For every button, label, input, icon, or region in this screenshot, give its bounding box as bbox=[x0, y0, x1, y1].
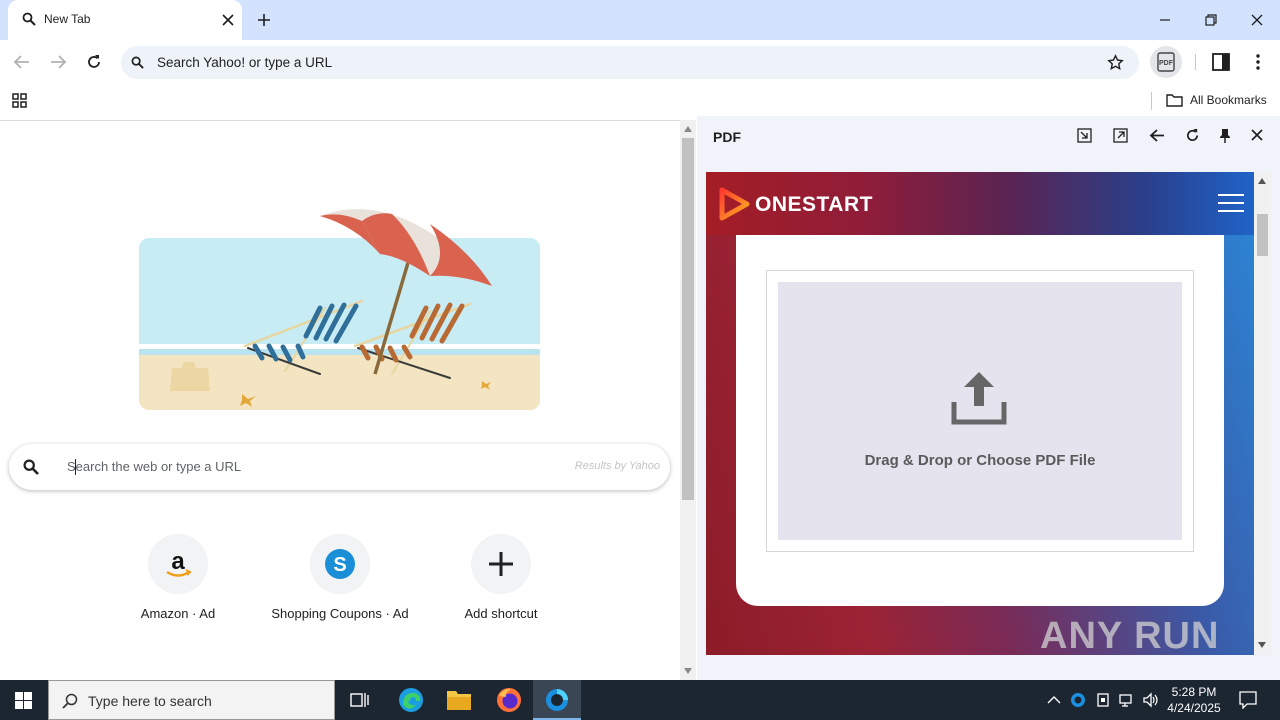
scroll-thumb[interactable] bbox=[682, 138, 694, 500]
tab-new-tab[interactable]: New Tab bbox=[8, 0, 242, 40]
file-explorer-icon[interactable] bbox=[446, 688, 472, 712]
task-view-icon[interactable] bbox=[350, 691, 370, 709]
side-panel: PDF Drag & Drop or Choose PDF File ONEST… bbox=[697, 116, 1280, 680]
hamburger-menu-icon[interactable] bbox=[1218, 193, 1244, 213]
minimize-button[interactable] bbox=[1153, 8, 1177, 32]
scroll-down-arrow-icon[interactable] bbox=[684, 668, 692, 674]
pdf-drop-zone[interactable]: Drag & Drop or Choose PDF File bbox=[778, 282, 1182, 540]
svg-text:PDF: PDF bbox=[1159, 60, 1174, 67]
search-icon bbox=[23, 459, 39, 475]
scroll-down-arrow-icon[interactable] bbox=[1258, 642, 1266, 648]
coupons-icon: S bbox=[310, 534, 370, 594]
taskbar: Type here to search 5:28 PM 4/24/2025 bbox=[0, 680, 1280, 720]
folder-icon bbox=[1166, 93, 1183, 107]
tab-strip: New Tab bbox=[0, 0, 1280, 40]
onestart-taskbar-button[interactable] bbox=[533, 680, 581, 720]
onestart-brand: ONESTART bbox=[755, 193, 873, 216]
shortcut-add[interactable]: Add shortcut bbox=[431, 534, 571, 624]
search-icon bbox=[131, 56, 144, 69]
network-icon[interactable] bbox=[1118, 692, 1136, 708]
taskbar-search-placeholder: Type here to search bbox=[88, 693, 212, 709]
shortcut-amazon[interactable]: a Amazon · Ad bbox=[108, 534, 248, 624]
scroll-up-arrow-icon[interactable] bbox=[684, 126, 692, 132]
close-tab-icon[interactable] bbox=[222, 14, 234, 26]
tray-device-icon[interactable] bbox=[1095, 692, 1111, 708]
back-button[interactable] bbox=[13, 54, 31, 70]
onestart-logo-icon bbox=[718, 187, 750, 221]
taskbar-clock[interactable]: 5:28 PM 4/24/2025 bbox=[1166, 684, 1222, 716]
scroll-thumb[interactable] bbox=[1257, 214, 1268, 256]
tray-chevron-up-icon[interactable] bbox=[1047, 695, 1061, 704]
onestart-header: ONESTART bbox=[706, 172, 1254, 235]
pdf-extension-button[interactable]: PDF bbox=[1150, 46, 1182, 78]
search-icon bbox=[22, 12, 36, 26]
shortcut-label: Shopping Coupons · Ad bbox=[271, 606, 409, 621]
bookmark-star-icon[interactable] bbox=[1107, 54, 1124, 71]
svg-text:S: S bbox=[333, 554, 346, 576]
expand-panel-icon[interactable] bbox=[1113, 128, 1128, 143]
plus-icon bbox=[471, 534, 531, 594]
taskbar-search-box[interactable]: Type here to search bbox=[48, 680, 335, 720]
address-bar[interactable]: Search Yahoo! or type a URL bbox=[121, 46, 1139, 79]
bookmarks-divider bbox=[1151, 92, 1152, 110]
restore-button[interactable] bbox=[1199, 8, 1223, 32]
side-panel-title: PDF bbox=[713, 129, 741, 145]
amazon-icon: a bbox=[148, 534, 208, 594]
svg-text:a: a bbox=[171, 548, 185, 575]
beach-illustration bbox=[130, 196, 550, 416]
tab-title: New Tab bbox=[44, 12, 91, 26]
reload-button[interactable] bbox=[86, 54, 102, 70]
forward-button[interactable] bbox=[49, 54, 67, 70]
ntp-search-box[interactable]: Search the web or type a URL Results by … bbox=[9, 444, 670, 490]
upload-card: Drag & Drop or Choose PDF File bbox=[736, 198, 1224, 606]
reload-panel-icon[interactable] bbox=[1185, 128, 1200, 143]
back-arrow-icon[interactable] bbox=[1149, 128, 1165, 143]
close-panel-icon[interactable] bbox=[1251, 129, 1263, 141]
drop-zone-frame: Drag & Drop or Choose PDF File bbox=[766, 270, 1194, 552]
search-provider-label: Results by Yahoo bbox=[574, 460, 660, 472]
volume-icon[interactable] bbox=[1142, 692, 1160, 708]
search-icon bbox=[62, 693, 78, 709]
side-panel-scrollbar[interactable] bbox=[1254, 172, 1271, 655]
minimize-panel-icon[interactable] bbox=[1077, 128, 1092, 143]
ntp-search-placeholder: Search the web or type a URL bbox=[67, 459, 242, 474]
all-bookmarks-button[interactable]: All Bookmarks bbox=[1190, 93, 1267, 107]
close-window-button[interactable] bbox=[1245, 8, 1269, 32]
side-panel-toggle-icon[interactable] bbox=[1212, 53, 1230, 71]
shortcut-label: Add shortcut bbox=[464, 606, 538, 621]
apps-grid-icon[interactable] bbox=[12, 93, 27, 108]
browser-menu-icon[interactable] bbox=[1252, 53, 1264, 71]
anyrun-watermark: ANY RUN bbox=[1040, 615, 1220, 657]
upload-icon bbox=[950, 368, 1008, 426]
edge-icon[interactable] bbox=[397, 686, 425, 714]
bookmarks-bar: All Bookmarks bbox=[0, 84, 1280, 116]
scroll-up-arrow-icon[interactable] bbox=[1258, 178, 1266, 184]
onestart-browser-icon bbox=[546, 689, 568, 711]
shortcut-shopping-coupons[interactable]: S Shopping Coupons · Ad bbox=[270, 534, 410, 624]
toolbar-divider bbox=[1195, 54, 1196, 70]
new-tab-button[interactable] bbox=[256, 12, 272, 28]
tray-onestart-icon[interactable] bbox=[1070, 692, 1086, 708]
firefox-icon[interactable] bbox=[495, 686, 523, 714]
shortcut-label: Amazon · Ad bbox=[140, 606, 216, 621]
pdf-extension-page: Drag & Drop or Choose PDF File ONESTART bbox=[706, 172, 1254, 655]
drop-zone-label: Drag & Drop or Choose PDF File bbox=[864, 452, 1096, 469]
ntp-scrollbar[interactable] bbox=[680, 120, 696, 680]
clock-date: 4/24/2025 bbox=[1167, 701, 1221, 715]
toolbar: Search Yahoo! or type a URL PDF bbox=[0, 40, 1280, 84]
notification-center-icon[interactable] bbox=[1239, 691, 1257, 709]
pin-icon[interactable] bbox=[1219, 128, 1231, 144]
clock-time: 5:28 PM bbox=[1171, 685, 1217, 699]
address-bar-placeholder: Search Yahoo! or type a URL bbox=[157, 55, 333, 70]
windows-start-icon[interactable] bbox=[15, 692, 32, 709]
new-tab-page: Search the web or type a URL Results by … bbox=[0, 120, 680, 680]
